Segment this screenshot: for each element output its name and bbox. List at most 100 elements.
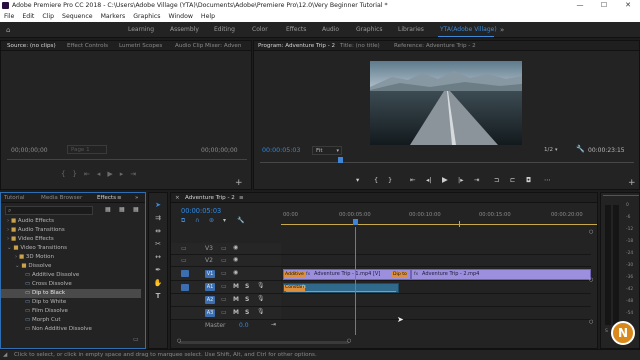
slip-tool-icon[interactable]: ↔ bbox=[151, 253, 165, 261]
mark-out-icon[interactable]: } bbox=[72, 170, 83, 178]
program-scrub-bar[interactable] bbox=[260, 162, 634, 163]
effects-search-input[interactable]: ⌕ bbox=[5, 206, 93, 215]
selection-tool-icon[interactable]: ➤ bbox=[151, 201, 165, 209]
more-workspaces-icon[interactable]: » bbox=[500, 22, 504, 38]
scroll-handle-bottom-icon[interactable]: ○ bbox=[589, 319, 593, 325]
audio-clip-1[interactable]: Constan fx bbox=[283, 283, 399, 293]
menu-sequence[interactable]: Sequence bbox=[58, 11, 97, 22]
effects-item[interactable]: ▭ Additive Dissolve bbox=[1, 271, 141, 280]
menu-clip[interactable]: Clip bbox=[38, 11, 58, 22]
tab-tutorial[interactable]: Tutorial bbox=[4, 193, 25, 202]
toggle-output-eye-icon[interactable]: ◉ bbox=[233, 244, 238, 251]
pen-tool-icon[interactable]: ✒ bbox=[151, 266, 165, 274]
lane-a2[interactable] bbox=[281, 294, 591, 307]
video-clip-1[interactable]: Additive fx Adventure Trip - 1.mp4 [V] D… bbox=[283, 269, 411, 280]
timeline-settings-icon[interactable]: 🔧 bbox=[237, 217, 244, 224]
type-tool-icon[interactable]: T bbox=[151, 292, 165, 300]
maximize-button[interactable]: ☐ bbox=[592, 0, 616, 11]
minimize-button[interactable]: — bbox=[568, 0, 592, 11]
lane-v2[interactable] bbox=[281, 255, 591, 267]
program-playhead[interactable] bbox=[338, 157, 343, 163]
program-add-button[interactable]: + bbox=[628, 178, 636, 188]
play-icon[interactable]: ▶ bbox=[442, 175, 448, 185]
menu-edit[interactable]: Edit bbox=[18, 11, 38, 22]
panel-overflow-icon[interactable]: » bbox=[135, 193, 138, 202]
voice-over-mic-icon[interactable]: 🎙 bbox=[257, 295, 265, 302]
tab-source[interactable]: Source: (no clips) bbox=[7, 41, 56, 50]
timeline-playhead-handle[interactable] bbox=[353, 219, 358, 225]
mute-button[interactable]: M bbox=[233, 309, 239, 316]
go-to-in-icon[interactable]: ⇤ bbox=[84, 170, 97, 178]
scroll-handle-mid-icon[interactable]: ○ bbox=[589, 277, 593, 283]
effects-item[interactable]: › ■ Audio Effects bbox=[1, 217, 141, 226]
step-forward-icon[interactable]: ▸ bbox=[120, 170, 131, 178]
step-back-icon[interactable]: ◂| bbox=[426, 175, 431, 185]
zoom-handle-right-icon[interactable]: ○ bbox=[347, 338, 351, 344]
sync-lock-icon[interactable]: ▭ bbox=[221, 245, 227, 252]
tab-effects[interactable]: Effects bbox=[97, 193, 116, 202]
solo-left-button[interactable]: S bbox=[605, 329, 608, 334]
sync-lock-icon[interactable]: ▭ bbox=[221, 283, 227, 290]
sequence-menu-icon[interactable]: ≡ bbox=[239, 193, 244, 202]
nest-icon[interactable]: ⧉ bbox=[181, 217, 185, 225]
track-label[interactable]: A2 bbox=[205, 296, 215, 304]
effects-item[interactable]: ▭ Non Additive Dissolve bbox=[1, 325, 141, 334]
transition-dip-to[interactable]: Dip to bbox=[392, 272, 408, 278]
lane-a1[interactable]: Constan fx bbox=[281, 281, 591, 294]
effects-item[interactable]: › ■ Audio Transitions bbox=[1, 226, 141, 235]
workspace-graphics[interactable]: Graphics bbox=[356, 22, 383, 38]
razor-tool-icon[interactable]: ✂ bbox=[151, 240, 165, 248]
mark-in-icon[interactable]: { bbox=[61, 170, 72, 178]
voice-over-mic-icon[interactable]: 🎙 bbox=[257, 282, 265, 289]
new-folder-icon[interactable]: ▭ bbox=[133, 336, 139, 343]
workspace-color[interactable]: Color bbox=[252, 22, 268, 38]
menu-help[interactable]: Help bbox=[197, 11, 219, 22]
solo-button[interactable]: S bbox=[245, 283, 249, 290]
hand-tool-icon[interactable]: ✋ bbox=[151, 279, 165, 287]
master-end-icon[interactable]: ⇥ bbox=[271, 321, 276, 328]
toggle-output-eye-icon[interactable]: ◉ bbox=[233, 256, 238, 263]
accelerated-effects-icon[interactable]: ▦ bbox=[105, 206, 111, 213]
voice-over-mic-icon[interactable]: 🎙 bbox=[257, 308, 265, 315]
menu-file[interactable]: File bbox=[0, 11, 18, 22]
tab-audio-clip-mixer[interactable]: Audio Clip Mixer: Adven bbox=[175, 41, 241, 50]
sync-lock-icon[interactable]: ▭ bbox=[221, 296, 227, 303]
extract-icon[interactable]: ⊏ bbox=[510, 175, 515, 185]
fit-select[interactable]: Fit ▾ bbox=[312, 146, 342, 155]
effects-item[interactable]: ▭ Film Dissolve bbox=[1, 307, 141, 316]
tab-lumetri-scopes[interactable]: Lumetri Scopes bbox=[119, 41, 162, 50]
go-to-out-icon[interactable]: ⇥ bbox=[130, 170, 143, 178]
mark-out-icon[interactable]: } bbox=[388, 175, 392, 185]
workspace-effects[interactable]: Effects bbox=[286, 22, 306, 38]
source-patch-v1[interactable] bbox=[181, 270, 189, 277]
effects-item[interactable]: › ■ 3D Motion bbox=[1, 253, 141, 262]
mark-in-icon[interactable]: { bbox=[374, 175, 378, 185]
ripple-edit-tool-icon[interactable]: ⇹ bbox=[151, 227, 165, 235]
home-icon[interactable]: ⌂ bbox=[6, 22, 10, 38]
effects-item[interactable]: › ■ Video Effects bbox=[1, 235, 141, 244]
effects-item[interactable]: ▭ Cross Dissolve bbox=[1, 280, 141, 289]
effects-item[interactable]: ▭ Morph Cut bbox=[1, 316, 141, 325]
export-frame-icon[interactable]: ◘ bbox=[526, 175, 531, 185]
master-volume-value[interactable]: 0.0 bbox=[239, 322, 249, 329]
tab-program[interactable]: Program: Adventure Trip - 2 bbox=[258, 41, 335, 50]
tab-sequence[interactable]: Adventure Trip - 2 bbox=[185, 193, 235, 202]
scroll-handle-top-icon[interactable]: ○ bbox=[589, 229, 593, 235]
effects-item-selected[interactable]: ▭ Dip to Black bbox=[1, 289, 141, 298]
track-lock-icon[interactable]: ▭ bbox=[181, 245, 187, 252]
source-patch-a1[interactable] bbox=[181, 284, 189, 291]
lift-icon[interactable]: ⊐ bbox=[494, 175, 499, 185]
add-marker-icon[interactable]: ▾ bbox=[223, 217, 226, 224]
video-clip-2[interactable]: fx Adventure Trip - 2.mp4 bbox=[411, 269, 591, 280]
sync-lock-icon[interactable]: ▭ bbox=[221, 257, 227, 264]
track-lock-icon[interactable]: ▭ bbox=[181, 257, 187, 264]
step-back-icon[interactable]: ◂ bbox=[97, 170, 108, 178]
button-editor-icon[interactable]: ⋯ bbox=[544, 175, 551, 185]
timeline-timecode[interactable]: 00:00:05:03 bbox=[181, 207, 221, 215]
workspace-libraries[interactable]: Libraries bbox=[398, 22, 424, 38]
program-timecode[interactable]: 00:00:05:03 bbox=[262, 147, 300, 154]
effects-item[interactable]: ▭ Dip to White bbox=[1, 298, 141, 307]
snap-icon[interactable]: ∩ bbox=[195, 217, 199, 224]
transition-additive-dissolve[interactable]: Additive bbox=[284, 272, 305, 278]
menu-markers[interactable]: Markers bbox=[97, 11, 130, 22]
